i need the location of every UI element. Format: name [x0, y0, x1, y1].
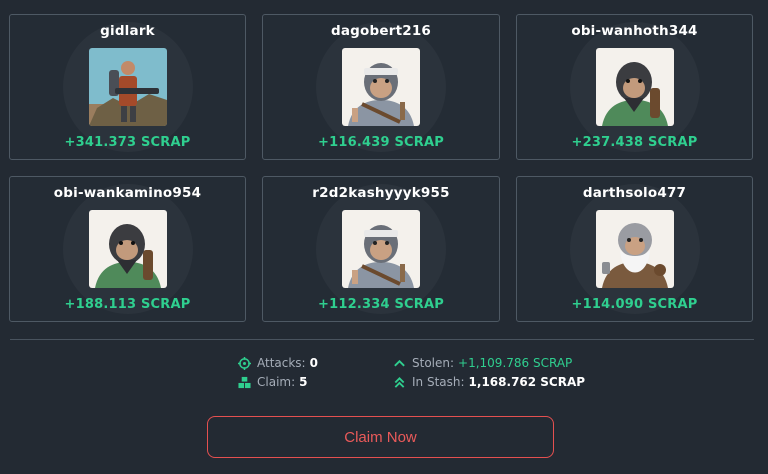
player-avatar: [596, 210, 674, 288]
player-avatar: [89, 48, 167, 126]
attacks-label: Attacks:: [257, 356, 306, 370]
player-card[interactable]: r2d2kashyyyk955 +112.334 SCRAP: [262, 176, 500, 322]
claim-stat: Claim: 5: [238, 375, 308, 389]
claim-now-button[interactable]: Claim Now: [207, 416, 554, 458]
target-icon: [238, 357, 251, 370]
attacks-stat: Attacks: 0: [238, 356, 318, 370]
player-card[interactable]: obi-wanhoth344 +237.438 SCRAP: [516, 14, 753, 160]
boxes-icon: [238, 376, 251, 389]
attacks-value: 0: [309, 356, 318, 370]
player-reward: +114.090 SCRAP: [571, 297, 698, 312]
divider: [10, 339, 754, 340]
player-name: gidlark: [100, 23, 155, 39]
player-reward: +112.334 SCRAP: [318, 297, 444, 312]
player-card[interactable]: obi-wankamino954 +188.113 SCRAP: [9, 176, 246, 322]
player-name: dagobert216: [330, 23, 432, 39]
player-card[interactable]: darthsolo477 +114.090 SCRAP: [516, 176, 753, 322]
player-card[interactable]: dagobert216 +116.439 SCRAP: [262, 14, 500, 160]
stats-panel: Attacks: 0 Claim: 5 Stolen: +1,109.786 S…: [238, 356, 598, 396]
stolen-stat: Stolen: +1,109.786 SCRAP: [393, 356, 572, 370]
double-chevron-up-icon: [393, 376, 406, 389]
player-avatar: [596, 48, 674, 126]
player-avatar: [342, 48, 420, 126]
player-avatar: [89, 210, 167, 288]
stolen-value: +1,109.786 SCRAP: [458, 356, 573, 370]
stash-label: In Stash:: [412, 375, 465, 389]
player-reward: +237.438 SCRAP: [571, 135, 698, 150]
chevron-up-icon: [393, 357, 406, 370]
player-name: r2d2kashyyyk955: [312, 185, 450, 201]
claim-label: Claim:: [257, 375, 296, 389]
stash-value: 1,168.762 SCRAP: [468, 375, 586, 389]
player-reward: +341.373 SCRAP: [64, 135, 191, 150]
player-name: obi-wankamino954: [53, 185, 202, 201]
player-name: obi-wanhoth344: [571, 23, 698, 39]
stash-stat: In Stash: 1,168.762 SCRAP: [393, 375, 585, 389]
claim-value: 5: [299, 375, 308, 389]
player-reward: +116.439 SCRAP: [318, 135, 444, 150]
player-card[interactable]: gidlark +341.373 SCRAP: [9, 14, 246, 160]
player-name: darthsolo477: [582, 185, 687, 201]
players-grid: gidlark +341.373 SCRAP dagobert216 +116.…: [9, 14, 753, 322]
player-avatar: [342, 210, 420, 288]
player-reward: +188.113 SCRAP: [64, 297, 191, 312]
stolen-label: Stolen:: [412, 356, 455, 370]
